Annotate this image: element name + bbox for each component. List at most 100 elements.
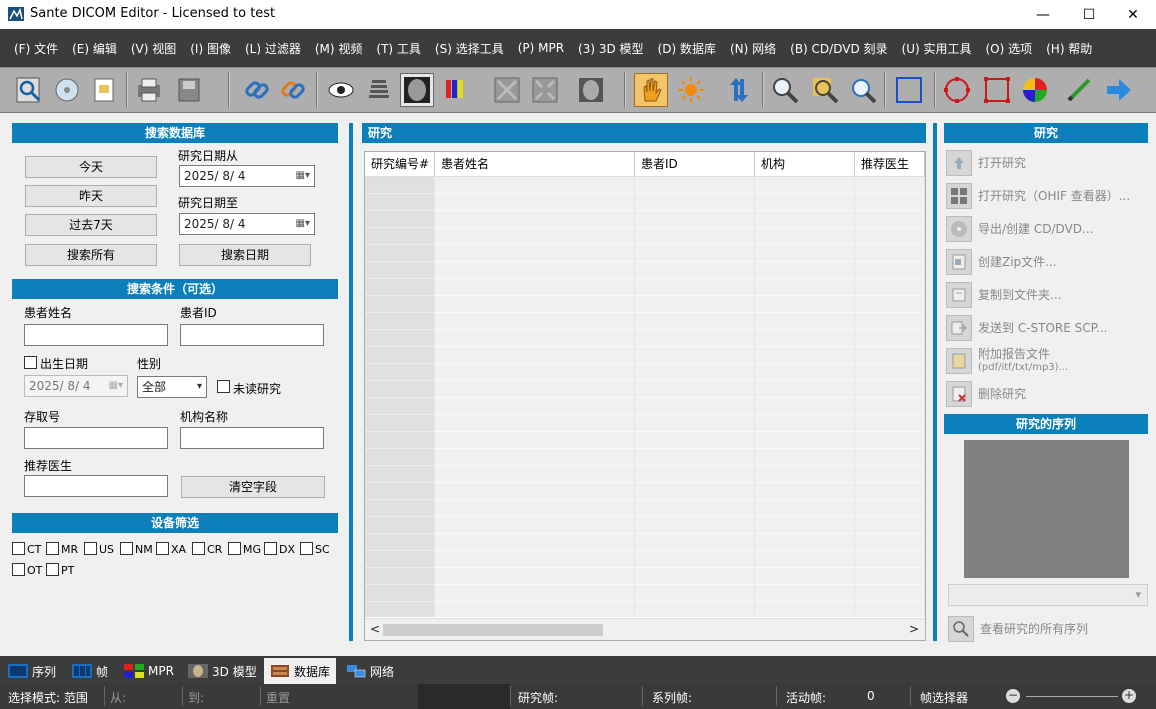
menu-database[interactable]: (D) 数据库 xyxy=(658,40,716,57)
arrow-right-icon[interactable] xyxy=(1102,73,1136,107)
copy-to-folder-action[interactable]: 复制到文件夹... xyxy=(946,281,1061,309)
rectangle-select-icon[interactable] xyxy=(892,73,926,107)
tab-series[interactable]: 序列 xyxy=(8,659,56,683)
search-all-button[interactable]: 搜索所有 xyxy=(25,244,157,266)
modality-ot-checkbox[interactable] xyxy=(12,563,25,576)
actual-size-icon[interactable] xyxy=(528,73,562,107)
menu-network[interactable]: (N) 网络 xyxy=(730,40,776,57)
save-icon[interactable] xyxy=(172,73,206,107)
color-palette-icon[interactable] xyxy=(438,73,472,107)
institution-input[interactable] xyxy=(180,427,324,449)
modality-cr-checkbox[interactable] xyxy=(192,542,205,555)
scroll-arrows-icon[interactable] xyxy=(722,73,756,107)
modality-us-checkbox[interactable] xyxy=(84,542,97,555)
zoom-in-icon[interactable]: + xyxy=(1122,689,1136,703)
menu-file[interactable]: (F) 文件 xyxy=(14,40,58,57)
modality-mr-checkbox[interactable] xyxy=(46,542,59,555)
calendar-icon[interactable]: ▦▾ xyxy=(296,214,310,234)
menu-selection-tools[interactable]: (S) 选择工具 xyxy=(435,40,504,57)
menu-cd-dvd[interactable]: (B) CD/DVD 刻录 xyxy=(790,40,887,57)
series-select[interactable]: ▾ xyxy=(948,584,1148,606)
unread-checkbox[interactable] xyxy=(217,380,230,393)
modality-mg-checkbox[interactable] xyxy=(228,542,241,555)
studies-table[interactable]: 研究编号# 患者姓名 患者ID 机构 推荐医生 < > xyxy=(364,151,926,641)
view-all-series-action[interactable]: 查看研究的所有序列 xyxy=(948,615,1088,643)
unlink-icon[interactable] xyxy=(276,73,310,107)
menu-options[interactable]: (O) 选项 xyxy=(985,40,1032,57)
modality-sc-checkbox[interactable] xyxy=(300,542,313,555)
patient-name-input[interactable] xyxy=(24,324,168,346)
gender-select[interactable]: 全部 ▾ xyxy=(137,376,207,398)
birth-date-checkbox[interactable] xyxy=(24,356,37,369)
modality-dx-checkbox[interactable] xyxy=(264,542,277,555)
ellipse-roi-icon[interactable] xyxy=(940,73,974,107)
yesterday-button[interactable]: 昨天 xyxy=(25,185,157,207)
tab-database[interactable]: 数据库 xyxy=(264,658,337,684)
series-thumbnail-area[interactable] xyxy=(964,440,1129,578)
menu-edit[interactable]: (E) 编辑 xyxy=(72,40,117,57)
patient-id-input[interactable] xyxy=(180,324,324,346)
export-cd-action[interactable]: 导出/创建 CD/DVD... xyxy=(946,215,1093,243)
frame-slider-track[interactable] xyxy=(1026,696,1118,697)
maximize-button[interactable]: ☐ xyxy=(1066,0,1112,29)
column-patient-id[interactable]: 患者ID xyxy=(635,152,755,177)
menu-filter[interactable]: (L) 过滤器 xyxy=(245,40,301,57)
face-icon[interactable] xyxy=(574,73,608,107)
attach-report-action[interactable]: 附加报告文件 (pdf/itf/txt/mp3)... xyxy=(946,346,1068,376)
calendar-icon[interactable]: ▦▾ xyxy=(296,166,310,186)
open-study-ohif-action[interactable]: 打开研究（OHIF 查看器）... xyxy=(946,182,1130,210)
search-date-button[interactable]: 搜索日期 xyxy=(179,244,311,266)
tab-3d-model[interactable]: 3D 模型 xyxy=(188,659,257,683)
menu-image[interactable]: (I) 图像 xyxy=(190,40,231,57)
modality-xa-checkbox[interactable] xyxy=(156,542,169,555)
color-wheel-icon[interactable] xyxy=(1018,73,1052,107)
modality-ct-checkbox[interactable] xyxy=(12,542,25,555)
menu-mpr[interactable]: (P) MPR xyxy=(518,41,564,55)
link-icon[interactable] xyxy=(240,73,274,107)
send-cstore-action[interactable]: 发送到 C-STORE SCP... xyxy=(946,314,1107,342)
modality-pt-checkbox[interactable] xyxy=(46,563,59,576)
close-button[interactable]: ✕ xyxy=(1110,0,1156,29)
accession-input[interactable] xyxy=(24,427,168,449)
scroll-left-icon[interactable]: < xyxy=(370,622,380,636)
column-referring-physician[interactable]: 推荐医生 xyxy=(855,152,925,177)
menu-tools[interactable]: (T) 工具 xyxy=(376,40,421,57)
brightness-icon[interactable] xyxy=(674,73,708,107)
menu-3d-model[interactable]: (3) 3D 模型 xyxy=(578,40,644,57)
clear-fields-button[interactable]: 清空字段 xyxy=(181,476,325,498)
reset-button[interactable]: 重置 xyxy=(266,689,290,706)
column-study-number[interactable]: 研究编号# xyxy=(365,152,435,177)
menu-utilities[interactable]: (U) 实用工具 xyxy=(902,40,972,57)
eye-icon[interactable] xyxy=(324,73,358,107)
create-zip-action[interactable]: 创建Zip文件... xyxy=(946,248,1057,276)
date-from-picker[interactable]: 2025/ 8/ 4 ▦▾ xyxy=(179,165,315,187)
column-institution[interactable]: 机构 xyxy=(755,152,855,177)
print-icon[interactable] xyxy=(132,73,166,107)
rectangle-roi-icon[interactable] xyxy=(980,73,1014,107)
scrollbar-thumb[interactable] xyxy=(383,624,603,636)
tab-network[interactable]: 网络 xyxy=(346,659,394,683)
last-7-days-button[interactable]: 过去7天 xyxy=(25,214,157,236)
mri-image-icon[interactable] xyxy=(400,73,434,107)
pencil-icon[interactable] xyxy=(1062,73,1096,107)
horizontal-scrollbar[interactable]: < > xyxy=(365,618,925,640)
delete-study-action[interactable]: 删除研究 xyxy=(946,380,1026,408)
open-folder-icon[interactable] xyxy=(88,73,122,107)
today-button[interactable]: 今天 xyxy=(25,156,157,178)
tab-frames[interactable]: 帧 xyxy=(72,659,108,683)
menu-help[interactable]: (H) 帮助 xyxy=(1046,40,1092,57)
magnify-region-icon[interactable] xyxy=(808,73,842,107)
referring-physician-input[interactable] xyxy=(24,475,168,497)
birth-date-picker[interactable]: 2025/ 8/ 4 ▦▾ xyxy=(24,375,128,397)
minimize-button[interactable]: — xyxy=(1020,0,1066,29)
open-study-action[interactable]: 打开研究 xyxy=(946,149,1026,177)
scroll-right-icon[interactable]: > xyxy=(909,622,919,636)
open-image-icon[interactable] xyxy=(12,73,46,107)
pan-hand-icon[interactable] xyxy=(634,73,668,107)
fit-window-icon[interactable] xyxy=(490,73,524,107)
zoom-out-icon[interactable]: − xyxy=(1006,689,1020,703)
tab-mpr[interactable]: MPR xyxy=(124,659,174,683)
open-cd-icon[interactable] xyxy=(50,73,84,107)
panel-splitter-left[interactable] xyxy=(349,123,353,641)
date-to-picker[interactable]: 2025/ 8/ 4 ▦▾ xyxy=(179,213,315,235)
